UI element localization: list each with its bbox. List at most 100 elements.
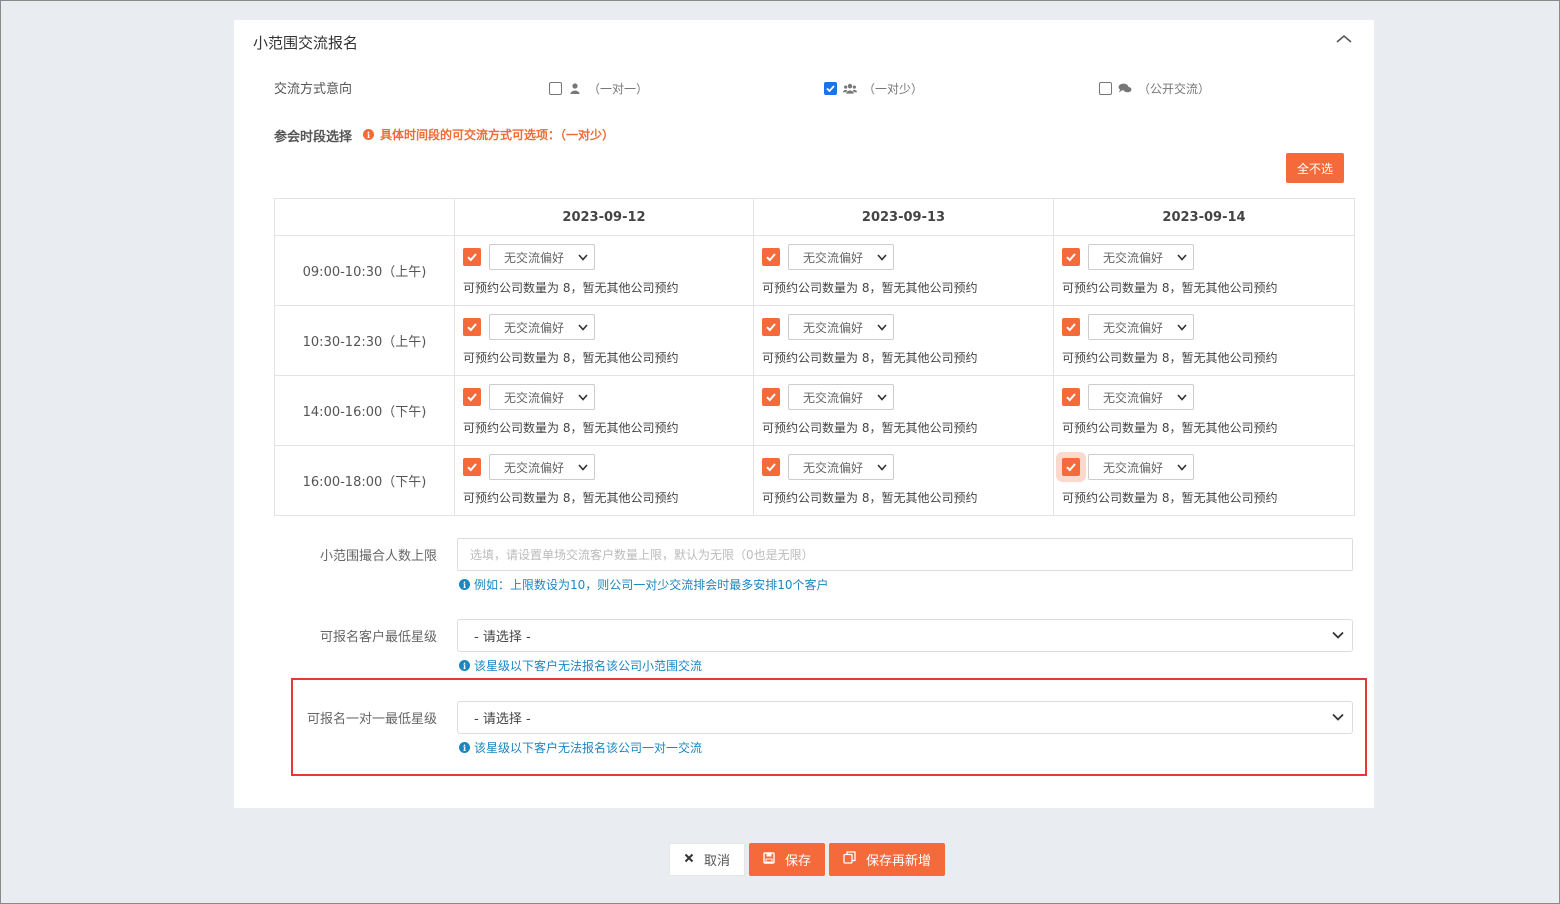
slot-checkbox-checked[interactable] xyxy=(762,248,780,266)
slot-cell: 无交流偏好可预约公司数量为 8，暂无其他公司预约 xyxy=(753,235,1054,306)
preference-select[interactable]: 无交流偏好 xyxy=(1088,454,1194,480)
slot-checkbox-checked[interactable] xyxy=(762,318,780,336)
slot-checkbox-checked[interactable] xyxy=(463,458,481,476)
preference-value: 无交流偏好 xyxy=(803,250,864,265)
slot-checkbox-checked[interactable] xyxy=(1062,458,1080,476)
slot-note: 可预约公司数量为 8，暂无其他公司预约 xyxy=(762,421,978,435)
slot-controls: 无交流偏好 xyxy=(1062,454,1354,480)
slot-controls: 无交流偏好 xyxy=(463,314,753,340)
slot-checkbox-checked[interactable] xyxy=(762,388,780,406)
mode-option-one-to-one[interactable]: （一对一） xyxy=(549,80,648,97)
close-icon xyxy=(684,852,694,867)
preference-select[interactable]: 无交流偏好 xyxy=(489,314,595,340)
slot-note: 可预约公司数量为 8，暂无其他公司预约 xyxy=(1062,351,1278,365)
slot-note: 可预约公司数量为 8，暂无其他公司预约 xyxy=(463,351,679,365)
limit-label: 小范围撮合人数上限 xyxy=(319,549,437,564)
limit-input[interactable]: 选填，请设置单场交流客户数量上限，默认为无限（0也是无限） xyxy=(457,538,1353,571)
checkbox-checked[interactable] xyxy=(824,82,837,95)
save-and-new-label: 保存再新增 xyxy=(866,854,932,869)
checkbox[interactable] xyxy=(1099,82,1112,95)
preference-select[interactable]: 无交流偏好 xyxy=(788,384,894,410)
min-star-select[interactable]: - 请选择 - xyxy=(457,619,1353,652)
slot-checkbox-checked[interactable] xyxy=(1062,388,1080,406)
preference-select[interactable]: 无交流偏好 xyxy=(788,314,894,340)
chevron-down-icon xyxy=(578,390,588,404)
slot-controls: 无交流偏好 xyxy=(762,384,1053,410)
slot-checkbox-checked[interactable] xyxy=(463,248,481,266)
slot-cell: 无交流偏好 可预约公司数量为 8，暂无其他公司预约 xyxy=(1053,445,1355,516)
chevron-down-icon xyxy=(877,320,887,334)
min-star-label: 可报名客户最低星级 xyxy=(319,630,437,645)
slot-note: 可预约公司数量为 8，暂无其他公司预约 xyxy=(463,281,679,295)
save-label: 保存 xyxy=(785,854,812,869)
chevron-down-icon xyxy=(1177,250,1187,264)
preference-value: 无交流偏好 xyxy=(1103,460,1164,475)
slot-note: 可预约公司数量为 8，暂无其他公司预约 xyxy=(463,491,679,505)
slots-label: 参会时段选择 xyxy=(274,130,353,145)
time-cell: 09:00-10:30（上午) xyxy=(274,235,455,306)
slot-row: 16:00-18:00（下午) 无交流偏好 可预约公司数量为 8，暂无其他公司预约无… xyxy=(274,445,1355,516)
slot-controls: 无交流偏好 xyxy=(762,454,1053,480)
preference-select[interactable]: 无交流偏好 xyxy=(788,454,894,480)
time-cell: 14:00-16:00（下午) xyxy=(274,375,455,446)
copy-icon xyxy=(843,851,856,868)
info-icon: i xyxy=(459,579,470,590)
slot-controls: 无交流偏好 xyxy=(1062,314,1354,340)
form-actions: 取消 保存 保存再新增 xyxy=(669,843,946,876)
preference-select[interactable]: 无交流偏好 xyxy=(788,244,894,270)
slot-checkbox-checked[interactable] xyxy=(1062,248,1080,266)
slot-row: 09:00-10:30（上午) 无交流偏好 可预约公司数量为 8，暂无其他公司预约无… xyxy=(274,235,1355,306)
save-button[interactable]: 保存 xyxy=(749,843,826,876)
preference-value: 无交流偏好 xyxy=(504,320,565,335)
slot-note: 可预约公司数量为 8，暂无其他公司预约 xyxy=(463,421,679,435)
chevron-up-icon[interactable] xyxy=(1336,34,1352,46)
slot-row: 14:00-16:00（下午) 无交流偏好 可预约公司数量为 8，暂无其他公司预约无… xyxy=(274,375,1355,446)
checkbox[interactable] xyxy=(549,82,562,95)
slot-controls: 无交流偏好 xyxy=(1062,384,1354,410)
slot-controls: 无交流偏好 xyxy=(463,454,753,480)
slot-checkbox-checked[interactable] xyxy=(762,458,780,476)
slot-controls: 无交流偏好 xyxy=(463,384,753,410)
slot-cell: 无交流偏好可预约公司数量为 8，暂无其他公司预约 xyxy=(454,235,754,306)
highlight-frame xyxy=(291,678,1367,776)
chevron-down-icon xyxy=(1177,390,1187,404)
min-star-hint: i 该星级以下客户无法报名该公司小范围交流 xyxy=(459,657,702,674)
slot-cell: 无交流偏好可预约公司数量为 8，暂无其他公司预约 xyxy=(753,375,1054,446)
preference-select[interactable]: 无交流偏好 xyxy=(489,244,595,270)
preference-select[interactable]: 无交流偏好 xyxy=(1088,384,1194,410)
slot-table-header: 2023-09-12 2023-09-13 2023-09-14 xyxy=(274,198,1355,236)
slot-checkbox-checked[interactable] xyxy=(463,318,481,336)
slot-checkbox-checked[interactable] xyxy=(463,388,481,406)
preference-select[interactable]: 无交流偏好 xyxy=(489,384,595,410)
preference-select[interactable]: 无交流偏好 xyxy=(489,454,595,480)
preference-select[interactable]: 无交流偏好 xyxy=(1088,314,1194,340)
slot-note: 可预约公司数量为 8，暂无其他公司预约 xyxy=(762,351,978,365)
slot-row: 10:30-12:30（上午) 无交流偏好可预约公司数量为 8，暂无其他公司预约 无… xyxy=(274,305,1355,376)
time-cell: 10:30-12:30（上午) xyxy=(274,305,455,376)
slots-hint-text: 具体时间段的可交流方式可选项：（一对少） xyxy=(380,128,615,142)
min-star-hint-text: 该星级以下客户无法报名该公司小范围交流 xyxy=(474,659,703,673)
mode-option-public[interactable]: （公开交流） xyxy=(1099,80,1210,97)
date-header: 2023-09-14 xyxy=(1053,198,1355,236)
cancel-label: 取消 xyxy=(704,854,731,869)
slot-note: 可预约公司数量为 8，暂无其他公司预约 xyxy=(762,281,978,295)
deselect-all-button[interactable]: 全不选 xyxy=(1286,153,1344,183)
save-and-new-button[interactable]: 保存再新增 xyxy=(829,843,946,876)
slot-checkbox-checked[interactable] xyxy=(1062,318,1080,336)
preference-value: 无交流偏好 xyxy=(803,460,864,475)
preference-value: 无交流偏好 xyxy=(1103,390,1164,405)
slot-cell: 无交流偏好可预约公司数量为 8，暂无其他公司预约 xyxy=(1053,375,1355,446)
slot-note: 可预约公司数量为 8，暂无其他公司预约 xyxy=(1062,421,1278,435)
time-cell: 16:00-18:00（下午) xyxy=(274,445,455,516)
cancel-button[interactable]: 取消 xyxy=(669,843,746,876)
chevron-down-icon xyxy=(877,460,887,474)
slot-cell: 无交流偏好 可预约公司数量为 8，暂无其他公司预约 xyxy=(753,445,1054,516)
preference-select[interactable]: 无交流偏好 xyxy=(1088,244,1194,270)
chevron-down-icon xyxy=(877,250,887,264)
preference-value: 无交流偏好 xyxy=(1103,250,1164,265)
chevron-down-icon xyxy=(877,390,887,404)
slot-controls: 无交流偏好 xyxy=(1062,244,1354,270)
preference-value: 无交流偏好 xyxy=(504,390,565,405)
mode-option-one-to-few[interactable]: （一对少） xyxy=(824,80,923,97)
info-icon: i xyxy=(363,129,374,140)
